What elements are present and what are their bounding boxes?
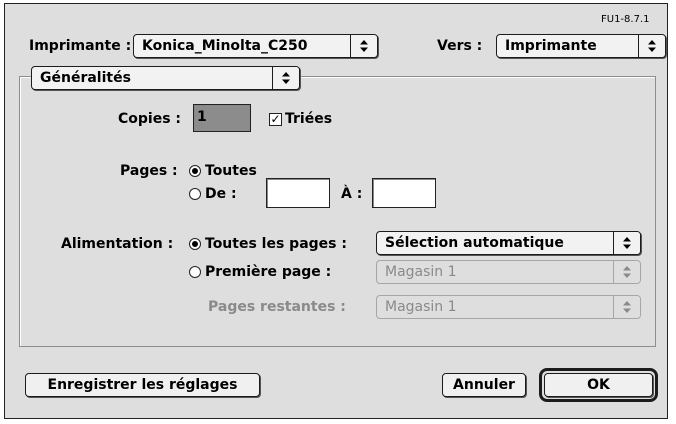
updown-arrows-icon bbox=[350, 35, 377, 57]
pages-range-label: De : bbox=[205, 186, 237, 202]
destination-value: Imprimante bbox=[505, 38, 597, 54]
print-dialog: FU1-8.7.1 Imprimante : Konica_Minolta_C2… bbox=[4, 3, 668, 419]
pages-all-label: Toutes bbox=[205, 163, 257, 179]
updown-arrows-icon bbox=[613, 232, 640, 254]
checkmark-icon: ✓ bbox=[270, 112, 281, 126]
updown-arrows-icon bbox=[613, 261, 640, 283]
copies-value: 1 bbox=[197, 109, 207, 125]
copies-label: Copies : bbox=[118, 111, 182, 127]
cancel-button[interactable]: Annuler bbox=[442, 373, 526, 397]
paper-source-label: Alimentation : bbox=[61, 236, 174, 252]
updown-arrows-icon bbox=[272, 67, 299, 89]
printer-label: Imprimante : bbox=[29, 38, 132, 54]
save-settings-button[interactable]: Enregistrer les réglages bbox=[25, 373, 260, 397]
ok-button[interactable]: OK bbox=[544, 373, 653, 397]
pages-label: Pages : bbox=[120, 163, 178, 179]
panel-value: Généralités bbox=[40, 70, 131, 86]
printer-popup[interactable]: Konica_Minolta_C250 bbox=[133, 34, 378, 58]
copies-field[interactable]: 1 bbox=[193, 104, 251, 132]
destination-label: Vers : bbox=[437, 38, 483, 54]
updown-arrows-icon bbox=[613, 296, 640, 318]
pages-range-radio[interactable] bbox=[189, 188, 201, 200]
destination-popup[interactable]: Imprimante bbox=[496, 34, 666, 58]
pages-all-radio[interactable] bbox=[189, 165, 201, 177]
first-page-radio[interactable] bbox=[189, 266, 201, 278]
collate-label: Triées bbox=[285, 111, 333, 127]
printer-value: Konica_Minolta_C250 bbox=[142, 38, 308, 54]
first-page-value: Magasin 1 bbox=[385, 264, 457, 280]
remaining-pages-popup: Magasin 1 bbox=[376, 295, 641, 319]
remaining-pages-label: Pages restantes : bbox=[208, 299, 346, 315]
pages-from-field[interactable] bbox=[266, 178, 330, 208]
collate-checkbox[interactable]: ✓ bbox=[269, 113, 282, 126]
remaining-pages-value: Magasin 1 bbox=[385, 299, 457, 315]
version-label: FU1-8.7.1 bbox=[601, 14, 650, 25]
updown-arrows-icon bbox=[638, 35, 665, 57]
pages-to-field[interactable] bbox=[372, 178, 436, 208]
all-pages-label: Toutes les pages : bbox=[205, 236, 347, 252]
all-pages-value: Sélection automatique bbox=[385, 235, 564, 251]
pages-to-label: À : bbox=[341, 186, 363, 202]
all-pages-radio[interactable] bbox=[189, 238, 201, 250]
all-pages-popup[interactable]: Sélection automatique bbox=[376, 231, 641, 255]
panel-popup[interactable]: Généralités bbox=[31, 66, 300, 90]
first-page-label: Première page : bbox=[205, 264, 332, 280]
first-page-popup: Magasin 1 bbox=[376, 260, 641, 284]
